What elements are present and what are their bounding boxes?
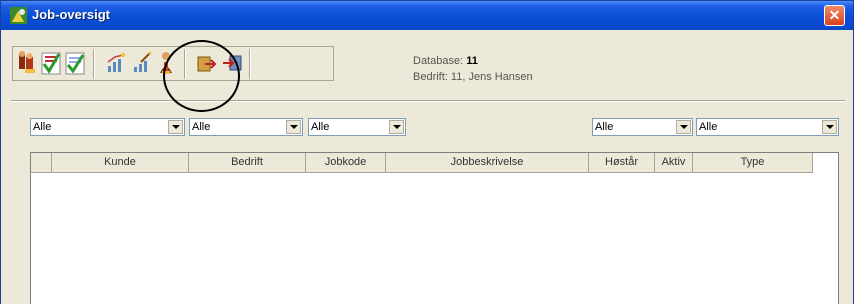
company-info: Bedrift: 11, Jens Hansen xyxy=(413,71,533,83)
approve-green-button[interactable] xyxy=(64,50,86,76)
checklist-red-icon xyxy=(41,52,61,75)
chart-icon xyxy=(107,53,125,72)
highlight-circle-annotation xyxy=(163,40,240,112)
filter-dropdown-1[interactable]: Alle xyxy=(30,118,185,136)
database-value: 11 xyxy=(466,55,478,67)
jobs-table[interactable]: Kunde Bedrift Jobkode Jobbeskrivelse Høs… xyxy=(30,152,839,304)
company-value: 11, Jens Hansen xyxy=(450,71,533,83)
filter-2-value: Alle xyxy=(192,121,211,133)
filter-dropdown-4[interactable]: Alle xyxy=(592,118,693,136)
title-bar[interactable]: Job-oversigt ✕ xyxy=(1,1,853,30)
column-header-harvest-year[interactable]: Høstår xyxy=(589,153,655,173)
people-icon xyxy=(19,51,35,73)
close-icon: ✕ xyxy=(828,7,841,23)
chevron-down-icon[interactable] xyxy=(822,120,837,134)
column-header-customer[interactable]: Kunde xyxy=(52,153,189,173)
chart-button[interactable] xyxy=(105,50,127,76)
app-icon xyxy=(10,7,27,24)
checklist-green-icon xyxy=(65,52,85,75)
column-header-jobcode[interactable]: Jobkode xyxy=(306,153,386,173)
filter-1-value: Alle xyxy=(33,121,52,133)
close-button[interactable]: ✕ xyxy=(824,5,845,26)
filter-4-value: Alle xyxy=(595,121,614,133)
company-label: Bedrift: xyxy=(413,71,448,83)
column-header-company[interactable]: Bedrift xyxy=(189,153,306,173)
chevron-down-icon[interactable] xyxy=(389,120,404,134)
filter-3-value: Alle xyxy=(311,121,330,133)
database-label: Database: xyxy=(413,55,464,67)
row-selector-header xyxy=(31,153,52,173)
column-header-active[interactable]: Aktiv xyxy=(655,153,693,173)
toolbar-separator xyxy=(93,49,95,79)
approve-red-button[interactable] xyxy=(40,50,62,76)
window-title: Job-oversigt xyxy=(32,7,111,22)
filter-dropdown-3[interactable]: Alle xyxy=(308,118,406,136)
filter-dropdown-2[interactable]: Alle xyxy=(189,118,303,136)
filter-5-value: Alle xyxy=(699,121,718,133)
people-button[interactable] xyxy=(16,50,38,76)
table-header: Kunde Bedrift Jobkode Jobbeskrivelse Høs… xyxy=(31,153,840,173)
chart-edit-button[interactable] xyxy=(131,50,153,76)
chevron-down-icon[interactable] xyxy=(286,120,301,134)
chevron-down-icon[interactable] xyxy=(168,120,183,134)
filter-dropdown-5[interactable]: Alle xyxy=(696,118,839,136)
database-info: Database: 11 xyxy=(413,55,478,67)
column-header-description[interactable]: Jobbeskrivelse xyxy=(386,153,589,173)
header-divider xyxy=(11,100,845,102)
column-header-type[interactable]: Type xyxy=(693,153,813,173)
chart-edit-icon xyxy=(134,51,152,72)
chevron-down-icon[interactable] xyxy=(676,120,691,134)
toolbar-separator xyxy=(249,49,251,79)
job-overview-window: Job-oversigt ✕ Database: 11 Bedrift: 11,… xyxy=(0,0,854,304)
